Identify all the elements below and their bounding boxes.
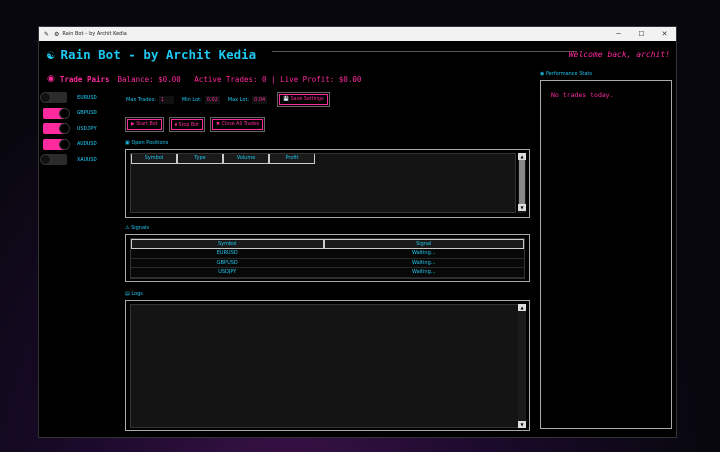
- signal-value: Waiting...: [411, 259, 436, 266]
- performance-label: ◉ Performance Stats: [540, 71, 592, 77]
- pair-audusd: AUDUSD: [43, 137, 97, 153]
- pair-label: EURUSD: [77, 94, 97, 101]
- signal-value: Waiting...: [411, 250, 436, 256]
- scroll-up-icon[interactable]: ▲: [518, 153, 526, 160]
- settings-row: Max Trades: 1 Min Lot: 0.02 Max Lot: 0.0…: [126, 92, 330, 107]
- account-summary: Balance: $0.00 Active Trades: 0 | Live P…: [117, 74, 362, 84]
- open-positions-scrollbar[interactable]: ▲ ▼: [518, 153, 526, 213]
- pair-label: XAUUSD: [77, 156, 97, 163]
- window-controls: ─ ☐ ✕: [607, 27, 676, 41]
- pair-usdjpy: USDJPY: [43, 121, 97, 137]
- logs-textarea[interactable]: [130, 304, 525, 428]
- target-icon: ◉: [47, 74, 55, 84]
- signal-value: Waiting...: [411, 269, 436, 275]
- min-lot-label: Min Lot:: [181, 96, 202, 103]
- signals-panel: Symbol Signal EURUSD Waiting... GBPUSD W…: [125, 234, 530, 282]
- pair-label: USDJPY: [77, 125, 97, 132]
- performance-text: No trades today.: [551, 91, 614, 99]
- pair-xauusd: XAUUSD: [40, 152, 97, 168]
- pair-toggle-eurusd[interactable]: [40, 92, 67, 104]
- app-header: ☯ Rain Bot - by Archit Kedia Welcome back…: [47, 47, 670, 63]
- min-lot-input[interactable]: 0.02: [204, 95, 220, 104]
- scroll-down-icon[interactable]: ▼: [518, 204, 526, 211]
- welcome-message: Welcome back, archit!: [568, 50, 670, 59]
- pair-toggle-xauusd[interactable]: [40, 154, 67, 166]
- pair-label: AUDUSD: [77, 141, 97, 148]
- logs-label: ▤ Logs: [125, 291, 143, 297]
- toggle-knob: [40, 154, 51, 166]
- toggle-knob: [59, 123, 70, 135]
- column-header[interactable]: Symbol: [131, 154, 177, 164]
- logs-scrollbar[interactable]: ▲ ▼: [518, 304, 526, 428]
- column-header[interactable]: Volume: [223, 154, 269, 164]
- bot-actions: ▶ Start Bot ⏹ Stop Bot ✖ Close All Trade…: [125, 117, 266, 132]
- table-row[interactable]: GBPUSD Waiting...: [131, 259, 524, 268]
- maximize-button[interactable]: ☐: [630, 27, 653, 41]
- brain-icon: ☯: [47, 47, 55, 62]
- pair-toggle-usdjpy[interactable]: [43, 123, 70, 135]
- stop-bot-button[interactable]: ⏹ Stop Bot: [168, 117, 206, 132]
- signal-symbol: USDJPY: [218, 269, 237, 275]
- pair-gbpusd: GBPUSD: [43, 106, 97, 122]
- status-bar: ◉ Trade Pairs Balance: $0.00 Active Trad…: [47, 74, 361, 84]
- signal-symbol: EURUSD: [216, 250, 238, 256]
- trade-pairs-label: Trade Pairs: [59, 74, 110, 84]
- feather-icon: ✎: [44, 30, 50, 38]
- column-header[interactable]: Symbol: [131, 239, 324, 249]
- open-positions-table: Symbol Type Volume Profit: [130, 153, 516, 213]
- gear-icon: ⚙: [54, 30, 60, 38]
- app-title-text: Rain Bot - by Archit Kedia: [60, 47, 257, 62]
- pair-toggle-gbpusd[interactable]: [43, 107, 70, 119]
- pair-label: GBPUSD: [77, 110, 97, 117]
- toggle-knob: [59, 107, 70, 119]
- open-positions-label: ▣ Open Positions: [125, 140, 169, 146]
- scroll-thumb[interactable]: [519, 160, 525, 204]
- table-row[interactable]: EURUSD Waiting...: [131, 249, 524, 259]
- trade-pairs-list: EURUSD GBPUSD USDJPY AUDUSD XAUUSD: [40, 90, 97, 168]
- table-header: Symbol Type Volume Profit: [131, 154, 315, 164]
- signals-table: Symbol Signal EURUSD Waiting... GBPUSD W…: [130, 238, 525, 279]
- window-title: Rain Bot – by Archit Kedia: [62, 31, 127, 37]
- table-header: Symbol Signal: [131, 239, 524, 249]
- signal-symbol: GBPUSD: [216, 259, 238, 266]
- toggle-knob: [40, 92, 51, 104]
- max-trades-input[interactable]: 1: [158, 95, 174, 104]
- table-row[interactable]: USDJPY Waiting...: [131, 268, 524, 278]
- max-lot-label: Max Lot:: [227, 96, 250, 103]
- scroll-down-icon[interactable]: ▼: [518, 421, 526, 428]
- pair-toggle-audusd[interactable]: [43, 138, 70, 150]
- title-bar: ✎ ⚙ Rain Bot – by Archit Kedia ─ ☐ ✕: [39, 27, 676, 41]
- max-trades-label: Max Trades:: [126, 96, 156, 103]
- performance-panel: No trades today.: [540, 80, 672, 429]
- page-title: ☯ Rain Bot - by Archit Kedia: [47, 47, 256, 62]
- header-divider: [272, 51, 577, 52]
- pair-eurusd: EURUSD: [40, 90, 97, 106]
- minimize-button[interactable]: ─: [607, 27, 630, 41]
- column-header[interactable]: Signal: [323, 239, 524, 249]
- start-bot-button[interactable]: ▶ Start Bot: [125, 117, 164, 132]
- toggle-knob: [59, 138, 70, 150]
- app-window: ✎ ⚙ Rain Bot – by Archit Kedia ─ ☐ ✕ ☯ Ra…: [38, 26, 677, 438]
- logs-panel: ▲ ▼: [125, 300, 530, 431]
- max-lot-input[interactable]: 0.04: [252, 95, 268, 104]
- close-all-trades-button[interactable]: ✖ Close All Trades: [210, 117, 266, 132]
- open-positions-panel: Symbol Type Volume Profit ▲ ▼: [125, 149, 530, 218]
- save-settings-button[interactable]: 💾 Save Settings: [277, 92, 330, 107]
- column-header[interactable]: Type: [177, 154, 223, 164]
- column-header[interactable]: Profit: [269, 154, 315, 164]
- scroll-up-icon[interactable]: ▲: [518, 304, 526, 311]
- signals-label: ⚠ Signals: [125, 225, 150, 231]
- scroll-track[interactable]: [519, 311, 525, 421]
- close-button[interactable]: ✕: [653, 27, 676, 41]
